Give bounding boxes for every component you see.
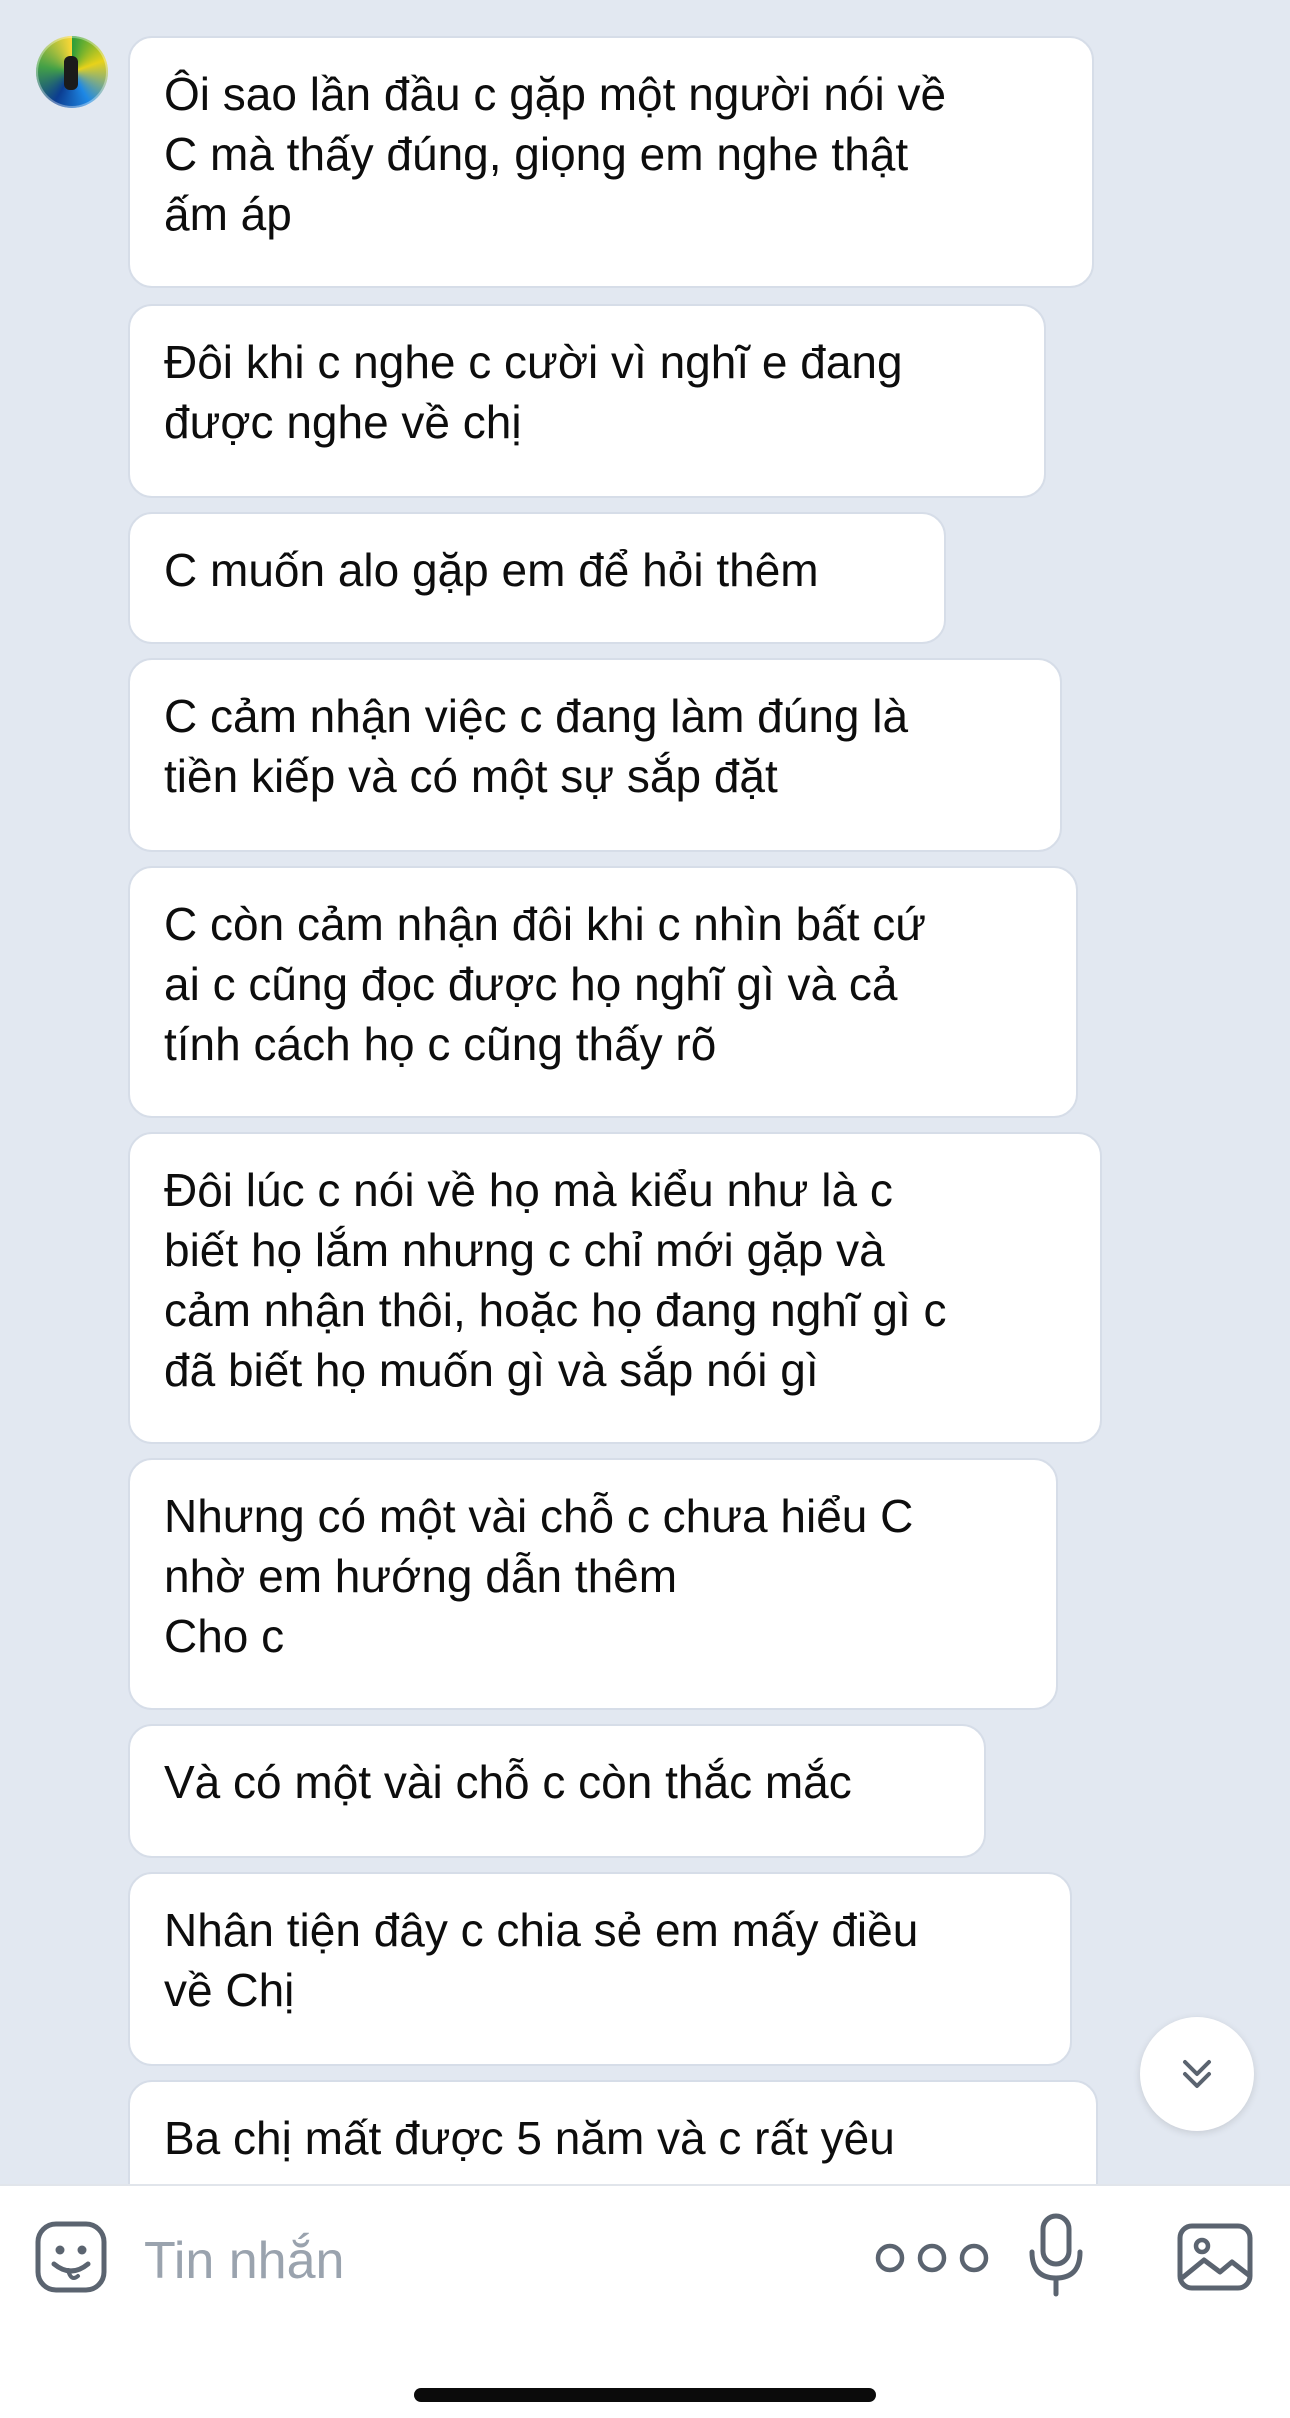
message-bubble[interactable]: Ôi sao lần đầu c gặp một người nói về C … [128,36,1094,288]
voice-message-button[interactable] [1026,2210,1086,2300]
message-bubble[interactable]: C muốn alo gặp em để hỏi thêm [128,512,946,644]
message-composer: Tin nhắn [0,2184,1290,2418]
message-bubble[interactable]: Nhưng có một vài chỗ c chưa hiểu C nhờ e… [128,1458,1058,1710]
message-bubble[interactable]: Nhân tiện đây c chia sẻ em mấy điều về C… [128,1872,1072,2066]
sticker-button[interactable] [34,2220,108,2294]
scroll-to-bottom-button[interactable] [1140,2017,1254,2131]
chevron-double-down-icon [1183,2060,1211,2088]
microphone-icon [1029,2213,1083,2297]
message-bubble[interactable]: Đôi khi c nghe c cười vì nghĩ e đang đượ… [128,304,1046,498]
image-icon [1177,2223,1253,2291]
message-bubble[interactable]: Đôi lúc c nói về họ mà kiểu như là c biế… [128,1132,1102,1444]
more-button[interactable] [868,2236,996,2280]
sticker-icon [35,2221,107,2293]
message-bubble[interactable]: C còn cảm nhận đôi khi c nhìn bất cứ ai … [128,866,1078,1118]
chat-area[interactable]: Ôi sao lần đầu c gặp một người nói về C … [0,0,1290,2184]
message-bubble[interactable]: Và có một vài chỗ c còn thắc mắc [128,1724,986,1858]
message-input[interactable]: Tin nhắn [144,2226,344,2296]
home-indicator [414,2388,876,2402]
image-button[interactable] [1176,2220,1254,2294]
message-bubble[interactable]: Ba chị mất được 5 năm và c rất yêu [128,2080,1098,2184]
more-icon [875,2243,989,2273]
message-bubble[interactable]: C cảm nhận việc c đang làm đúng là tiền … [128,658,1062,852]
sender-avatar[interactable] [36,36,108,108]
